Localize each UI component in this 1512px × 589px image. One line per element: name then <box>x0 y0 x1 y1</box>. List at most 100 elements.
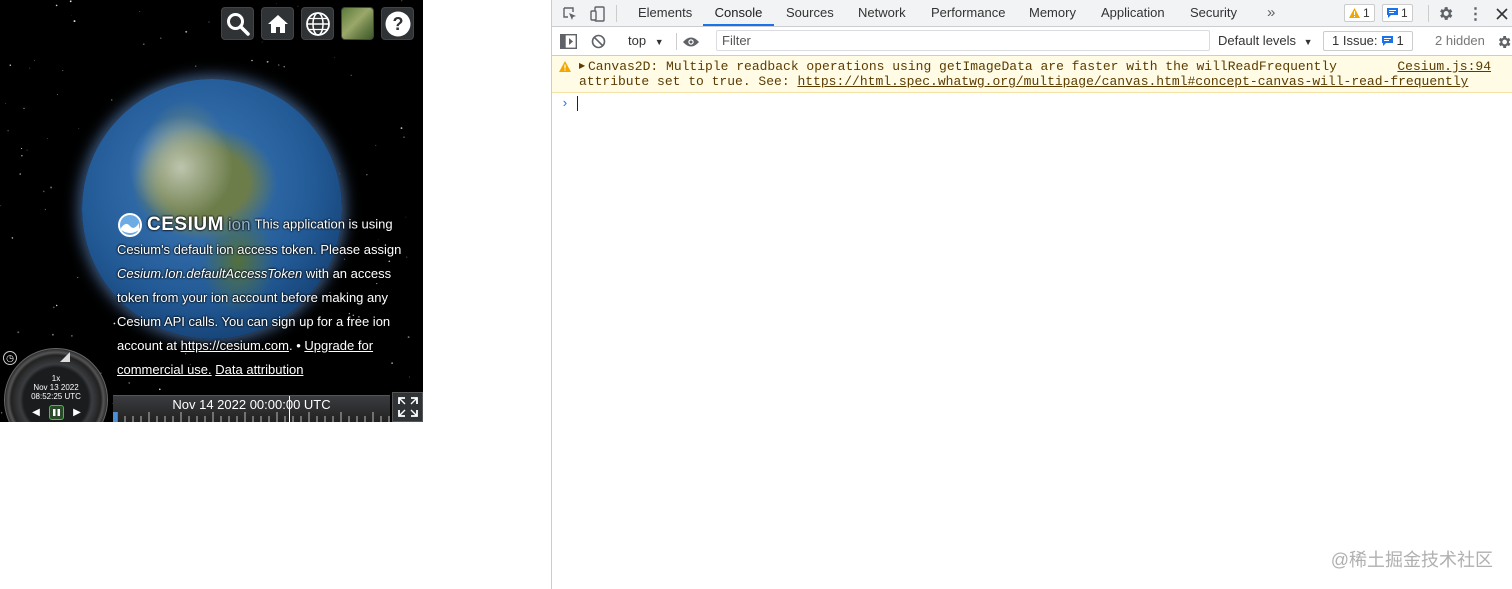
timeline-start-marker <box>113 412 117 422</box>
navigation-help-button[interactable]: ? <box>381 7 414 40</box>
star <box>143 43 145 45</box>
messages-count: 1 <box>1401 6 1408 20</box>
star <box>17 331 20 334</box>
issues-count: 1 <box>1396 33 1404 48</box>
pause-button[interactable] <box>49 404 64 420</box>
star <box>375 144 377 146</box>
inspect-element-icon[interactable] <box>560 4 579 23</box>
search-button[interactable] <box>221 7 254 40</box>
svg-text:?: ? <box>392 14 403 34</box>
star <box>128 382 130 384</box>
warning-icon <box>1349 8 1360 18</box>
animation-time: 08:52:25 UTC <box>31 392 81 401</box>
globe-icon <box>305 11 330 36</box>
pause-icon <box>53 408 60 416</box>
live-expression-eye-icon[interactable] <box>681 32 700 51</box>
clear-console-icon[interactable] <box>589 32 608 51</box>
search-icon <box>226 12 250 36</box>
log-levels-label: Default levels <box>1218 33 1297 48</box>
tab-elements[interactable]: Elements <box>638 0 692 26</box>
issues-button[interactable]: 1 Issue: 1 <box>1323 31 1413 51</box>
warnings-badge[interactable]: 1 <box>1344 4 1375 22</box>
sidebar-toggle-icon[interactable] <box>559 32 578 51</box>
star <box>208 21 210 23</box>
tab-network[interactable]: Network <box>858 0 906 26</box>
animation-speed: 1x <box>51 374 61 383</box>
console-input-caret[interactable] <box>577 96 578 111</box>
warning-text: Canvas2D: Multiple readback operations u… <box>579 59 1468 89</box>
data-attribution-link[interactable]: Data attribution <box>215 362 303 377</box>
star <box>7 129 9 132</box>
console-settings-gear-icon[interactable] <box>1494 32 1512 51</box>
play-reverse-button[interactable]: ◀ <box>28 404 44 420</box>
star <box>401 0 403 2</box>
star <box>366 174 368 176</box>
star <box>51 333 54 336</box>
star <box>29 67 31 69</box>
close-icon[interactable] <box>1492 4 1511 23</box>
star <box>55 4 58 7</box>
console-toolbar: top ▼ Default levels ▼ 1 Issue: 1 2 hidd… <box>552 27 1512 56</box>
credit-text-3: . • <box>288 338 305 353</box>
cesium-link[interactable]: https://cesium.com <box>181 338 289 353</box>
tab-sources[interactable]: Sources <box>786 0 834 26</box>
tab-console[interactable]: Console <box>703 0 774 26</box>
toolbar-separator <box>1428 5 1429 22</box>
console-prompt-icon: › <box>561 96 569 111</box>
star <box>277 64 280 66</box>
star <box>56 93 59 96</box>
messages-badge[interactable]: 1 <box>1382 4 1413 22</box>
star <box>5 103 7 104</box>
star <box>195 65 197 67</box>
customize-menu-icon[interactable]: ⋮ <box>1466 4 1485 23</box>
star <box>400 127 403 130</box>
scene-mode-button[interactable] <box>301 7 334 40</box>
cesium-ion-logo[interactable]: CESIUM ion <box>117 212 251 238</box>
star <box>283 66 285 68</box>
star <box>261 41 263 43</box>
star <box>19 173 21 175</box>
tab-performance[interactable]: Performance <box>931 0 1005 26</box>
more-tabs-button[interactable]: » <box>1267 0 1275 26</box>
toolbar-separator <box>676 33 677 50</box>
warning-line-1: Canvas2D: Multiple readback operations u… <box>588 59 1337 74</box>
device-toolbar-icon[interactable] <box>588 4 607 23</box>
spec-link[interactable]: https://html.spec.whatwg.org/multipage/c… <box>797 74 1468 89</box>
log-levels-dropdown[interactable]: Default levels ▼ <box>1218 33 1313 48</box>
fullscreen-button[interactable] <box>392 392 423 422</box>
hidden-messages-count: 2 hidden <box>1435 33 1485 48</box>
star <box>403 136 405 138</box>
star <box>44 208 46 211</box>
message-icon <box>1387 8 1398 18</box>
access-token-name: Cesium.Ion.defaultAccessToken <box>117 266 303 281</box>
star <box>11 237 14 239</box>
timeline-needle[interactable] <box>289 396 290 422</box>
star <box>339 173 340 175</box>
cesium-logo-icon <box>118 213 142 237</box>
cesium-viewer[interactable]: ? CESIUM ion This application is using C… <box>0 0 423 422</box>
source-location-link[interactable]: Cesium.js:94 <box>1397 59 1491 74</box>
star <box>47 138 49 139</box>
chevron-down-icon: ▼ <box>1303 37 1313 47</box>
realtime-clock-icon[interactable]: ◷ <box>3 351 17 365</box>
tab-security[interactable]: Security <box>1190 0 1237 26</box>
star <box>69 0 72 3</box>
home-button[interactable] <box>261 7 294 40</box>
settings-gear-icon[interactable] <box>1436 4 1455 23</box>
timeline-ticks <box>116 412 390 422</box>
star <box>21 147 23 150</box>
tab-memory[interactable]: Memory <box>1029 0 1076 26</box>
console-filter-input[interactable] <box>716 30 1210 51</box>
star <box>276 2 278 4</box>
shuttle-needle-icon[interactable] <box>60 352 70 362</box>
play-forward-button[interactable]: ▶ <box>69 404 85 420</box>
star <box>158 388 161 391</box>
base-layer-picker-button[interactable] <box>341 7 374 40</box>
console-warning-message[interactable]: ▶ Canvas2D: Multiple readback operations… <box>552 56 1512 93</box>
star <box>139 11 141 12</box>
timeline[interactable]: Nov 14 2022 00:00:00 UTC <box>113 395 390 422</box>
context-selector[interactable]: top ▼ <box>628 33 664 48</box>
star <box>185 30 188 33</box>
tab-application[interactable]: Application <box>1101 0 1165 26</box>
animation-widget[interactable]: ◷ 1x Nov 13 2022 08:52:25 UTC ◀ ▶ <box>0 344 112 422</box>
